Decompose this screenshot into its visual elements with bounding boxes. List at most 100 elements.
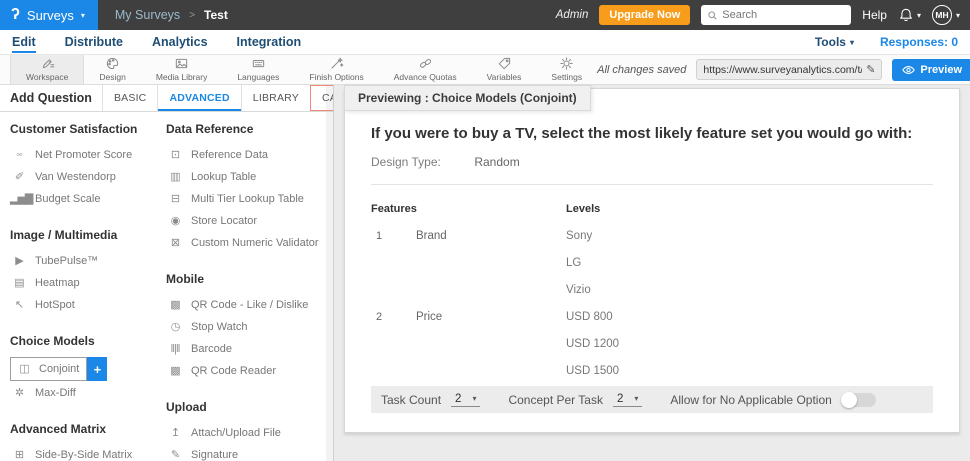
section-header: Data Reference	[166, 122, 254, 136]
question-type-side-by-side-matrix[interactable]: ⊞ Side-By-Side Matrix	[10, 444, 166, 461]
preview-card: Previewing : Choice Models (Conjoint) If…	[344, 85, 960, 433]
question-type-tubepulse[interactable]: ▶ TubePulse™	[10, 250, 166, 272]
notifications-menu[interactable]: ▾	[898, 7, 921, 23]
toolbar-settings[interactable]: Settings	[536, 55, 597, 84]
toolbar-languages[interactable]: Languages	[222, 55, 294, 84]
survey-url-field[interactable]: https://www.surveyanalytics.com/t/AI77 ✎	[696, 59, 883, 80]
design-type-row: Design Type: Random	[371, 155, 933, 169]
toolbar-media-library[interactable]: Media Library	[141, 55, 223, 84]
tag-icon	[497, 56, 512, 71]
preview-label: Preview	[920, 63, 963, 76]
help-link[interactable]: Help	[862, 8, 887, 22]
feature-number	[371, 249, 416, 276]
tools-label: Tools	[814, 35, 846, 49]
question-type-custom-numeric-validator[interactable]: ⊠ Custom Numeric Validator	[166, 232, 333, 254]
question-type-qr-code-reader[interactable]: ▩ QR Code Reader	[166, 360, 333, 382]
toolbar-label: Finish Options	[309, 72, 364, 82]
toolbar-advance-quotas[interactable]: Advance Quotas	[379, 55, 472, 84]
question-type-conjoint[interactable]: ◫ Conjoint +	[10, 356, 166, 382]
price-tag-icon: ✐	[14, 170, 24, 183]
preview-button[interactable]: Preview	[892, 58, 970, 81]
question-type-net-promoter-score[interactable]: ◦◦ Net Promoter Score	[10, 144, 166, 166]
question-type-budget-scale[interactable]: ▂▅▇ Budget Scale	[10, 188, 166, 210]
question-type-lookup-table[interactable]: ▥ Lookup Table	[166, 166, 333, 188]
no-applicable-toggle[interactable]	[840, 391, 876, 408]
section-header: Mobile	[166, 272, 204, 286]
lookup-table-icon: ▥	[170, 170, 180, 183]
question-type-barcode[interactable]: ‖|‖ Barcode	[166, 338, 333, 360]
toolbar-label: Media Library	[155, 72, 208, 82]
nav-tab-edit[interactable]: Edit	[12, 32, 36, 53]
reference-data-icon: ⊡	[170, 148, 180, 161]
question-type-label: Side-By-Side Matrix	[35, 449, 133, 461]
toolbar-finish-options[interactable]: Finish Options	[294, 55, 378, 84]
question-type-max-diff[interactable]: ✲ Max-Diff	[10, 382, 166, 404]
responses-count[interactable]: Responses: 0	[880, 35, 958, 49]
question-type-label: Net Promoter Score	[35, 149, 133, 161]
question-type-multi-tier-lookup-table[interactable]: ⊟ Multi Tier Lookup Table	[166, 188, 333, 210]
question-type-label: Custom Numeric Validator	[191, 237, 319, 249]
add-question-plus-button[interactable]: +	[87, 357, 108, 381]
section-header: Customer Satisfaction	[10, 122, 138, 136]
qr-reader-icon: ▩	[170, 364, 180, 377]
question-type-attach-upload-file[interactable]: ↥ Attach/Upload File	[166, 422, 333, 444]
divider	[371, 184, 933, 185]
net-promoter-score-icon: ◦◦	[16, 148, 23, 161]
feature-level: Vizio	[566, 283, 591, 296]
toolbar-label: Variables	[486, 72, 522, 82]
question-type-heatmap[interactable]: ▤ Heatmap	[10, 272, 166, 294]
concept-per-task-select[interactable]: 2 ▾	[612, 393, 643, 407]
feature-name	[416, 357, 566, 384]
nav-tab-analytics[interactable]: Analytics	[152, 32, 208, 53]
feature-number	[371, 357, 416, 384]
features-header: Features	[371, 202, 417, 215]
save-status: All changes saved	[597, 63, 687, 76]
global-search[interactable]	[701, 5, 852, 25]
section-header: Upload	[166, 400, 207, 414]
question-type-stop-watch[interactable]: ◷ Stop Watch	[166, 316, 333, 338]
toolbar-label: Advance Quotas	[393, 72, 457, 82]
nav-tab-distribute[interactable]: Distribute	[65, 32, 123, 53]
question-type-qr-code-like-dislike[interactable]: ▩ QR Code - Like / Dislike	[166, 294, 333, 316]
feature-level: Sony	[566, 229, 593, 242]
breadcrumb: My Surveys > Test	[98, 0, 228, 30]
task-count-select[interactable]: 2 ▾	[451, 393, 481, 407]
search-input[interactable]	[722, 9, 846, 21]
conjoint-controls-bar: Task Count 2 ▾ Concept Per Task 2 ▾ Allow …	[371, 386, 933, 413]
question-type-reference-data[interactable]: ⊡ Reference Data	[166, 144, 333, 166]
tab-canvas[interactable]: CANVAS	[309, 85, 333, 111]
section-data-reference: Data Reference ⊡ Reference Data ▥ Lookup Tab…	[166, 120, 333, 254]
admin-label[interactable]: Admin	[556, 9, 589, 21]
user-menu[interactable]: MH ▾	[931, 5, 960, 25]
feature-level: USD 800	[566, 310, 613, 323]
breadcrumb-my-surveys[interactable]: My Surveys	[115, 8, 180, 22]
edit-url-pencil-icon[interactable]: ✎	[866, 63, 875, 76]
tab-basic[interactable]: BASIC	[101, 85, 158, 111]
editor-toolbar: Workspace Design Media Library Languages Fin…	[0, 55, 970, 85]
task-count-label: Task Count	[381, 392, 442, 407]
breadcrumb-current-survey: Test	[204, 8, 228, 22]
question-text: If you were to buy a TV, select the most…	[371, 125, 913, 142]
header-actions: Admin Upgrade Now Help ▾ MH ▾	[556, 0, 970, 30]
section-advanced-matrix: Advanced Matrix⊞Side-By-Side Matrix▦Comp…	[10, 420, 166, 461]
product-switcher[interactable]: ʔ Surveys ▾	[0, 0, 98, 30]
nav-tab-integration[interactable]: Integration	[237, 32, 302, 53]
question-type-hotspot[interactable]: ↖ HotSpot	[10, 294, 166, 316]
features-levels-table: Features Levels 1 Brand Sony LG Vizio 2 Price USD…	[371, 195, 933, 384]
qr-code-icon: ▩	[170, 298, 180, 311]
toolbar-workspace[interactable]: Workspace	[10, 55, 85, 84]
signature-icon: ✎	[170, 448, 180, 461]
tools-menu[interactable]: Tools ▾	[815, 35, 854, 49]
feature-number	[371, 276, 416, 303]
tab-advanced[interactable]: ADVANCED	[157, 85, 240, 111]
toolbar-variables[interactable]: Variables	[472, 55, 537, 84]
question-type-store-locator[interactable]: ◉ Store Locator	[166, 210, 333, 232]
toolbar-design[interactable]: Design	[84, 55, 140, 84]
feature-level: USD 1500	[566, 364, 620, 377]
tab-library[interactable]: LIBRARY	[240, 85, 310, 111]
preview-stage: Previewing : Choice Models (Conjoint) If…	[334, 85, 970, 461]
question-type-van-westendorp[interactable]: ✐ Van Westendorp	[10, 166, 166, 188]
question-type-label: Budget Scale	[35, 193, 101, 205]
upgrade-now-button[interactable]: Upgrade Now	[599, 5, 691, 25]
question-type-signature[interactable]: ✎ Signature	[166, 444, 333, 461]
